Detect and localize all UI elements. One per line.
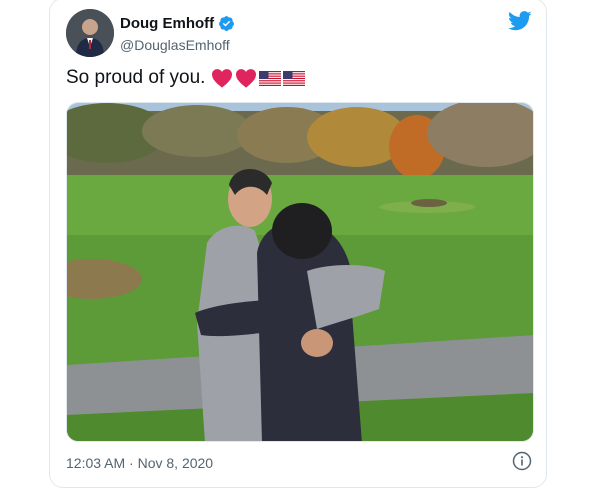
author-display-name[interactable]: Doug Emhoff	[120, 15, 214, 32]
us-flag-icon	[259, 70, 282, 86]
author-handle[interactable]: @DouglasEmhoff	[120, 37, 230, 53]
avatar-image	[66, 9, 114, 57]
tweet-card: Doug Emhoff @DouglasEmhoff So proud of y…	[49, 0, 547, 488]
twitter-bird-icon[interactable]	[508, 11, 532, 31]
verified-badge-icon	[219, 16, 235, 31]
emoji-group	[211, 68, 306, 88]
tweet-timestamp[interactable]: 12:03 AM · Nov 8, 2020	[66, 455, 213, 471]
photo-image	[67, 103, 533, 441]
avatar[interactable]	[66, 9, 114, 57]
red-heart-icon	[212, 69, 233, 88]
author-name[interactable]: Doug Emhoff	[120, 15, 235, 32]
us-flag-icon	[283, 70, 306, 86]
tweet-body: So proud of you.	[66, 67, 306, 89]
red-heart-icon	[236, 69, 257, 88]
info-icon[interactable]	[512, 451, 532, 471]
tweet-text: So proud of you.	[66, 67, 206, 88]
tweet-photo[interactable]	[66, 102, 534, 442]
